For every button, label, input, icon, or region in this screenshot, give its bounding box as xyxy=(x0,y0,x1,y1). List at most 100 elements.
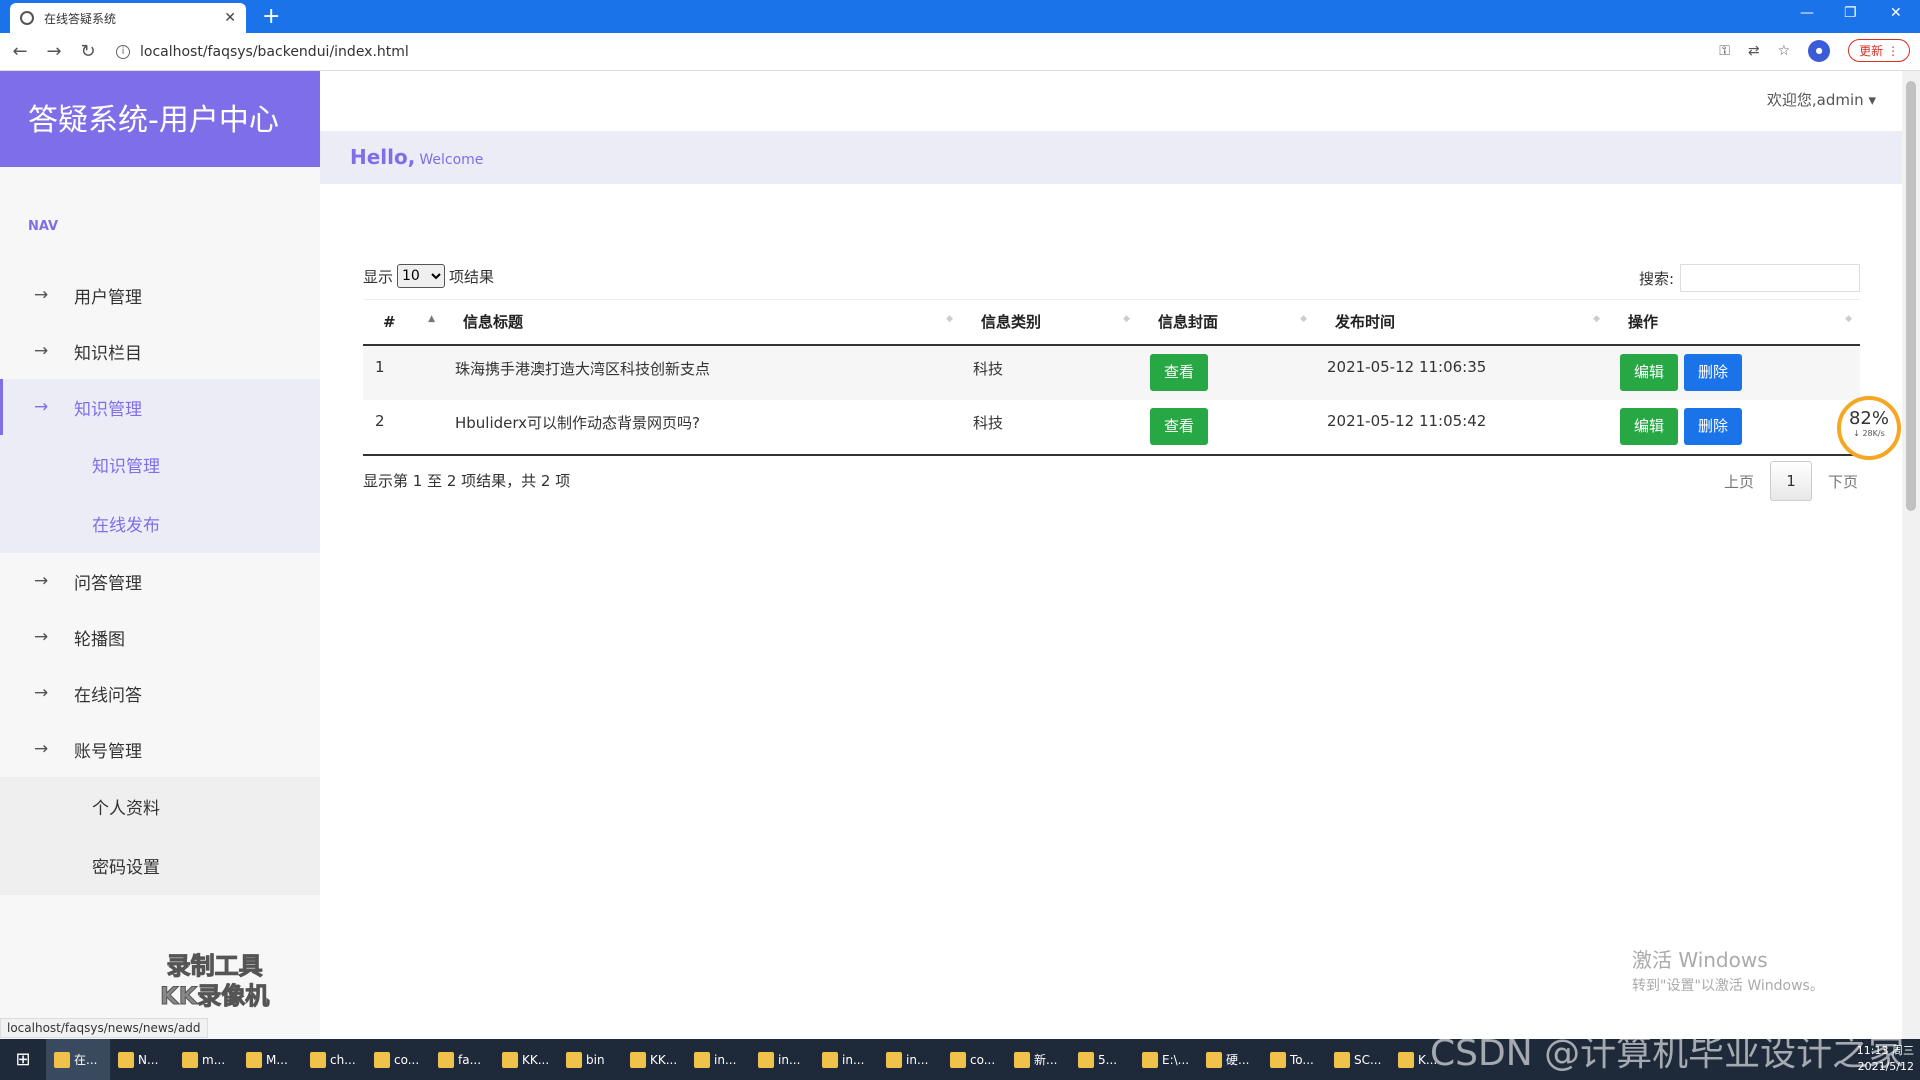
key-icon[interactable]: ⚿ xyxy=(1719,43,1730,59)
taskbar-item[interactable]: in... xyxy=(878,1039,942,1080)
arrow-right-icon: → xyxy=(34,341,49,361)
brand-title: 答疑系统-用户中心 xyxy=(0,71,320,167)
table-controls: 显示 10 项结果 搜索: xyxy=(363,264,1860,300)
delete-button[interactable]: 删除 xyxy=(1684,353,1743,391)
view-button[interactable]: 查看 xyxy=(1150,407,1209,445)
hello-text: Hello, xyxy=(350,145,416,169)
taskbar-item[interactable]: in... xyxy=(750,1039,814,1080)
update-button[interactable]: 更新 ⋮ xyxy=(1848,39,1910,62)
taskbar-item[interactable]: KK... xyxy=(494,1039,558,1080)
search-input[interactable] xyxy=(1680,264,1860,292)
edit-button[interactable]: 编辑 xyxy=(1620,353,1679,391)
app-icon xyxy=(566,1051,582,1068)
taskbar-item[interactable]: co... xyxy=(942,1039,1006,1080)
taskbar-item[interactable]: 硬... xyxy=(1198,1039,1262,1080)
table-row: 2 Hbuliderx可以制作动态背景网页吗? 科技 查看 2021-05-12… xyxy=(363,399,1860,456)
app-icon xyxy=(758,1051,774,1068)
browser-tab[interactable]: 在线答疑系统 ✕ xyxy=(10,3,246,33)
sidebar-subitem-password[interactable]: 密码设置 xyxy=(0,836,320,895)
sidebar-subitem-profile[interactable]: 个人资料 xyxy=(0,777,320,836)
arrow-right-icon: → xyxy=(34,285,49,305)
arrow-right-icon: → xyxy=(34,397,49,417)
sidebar-item-account[interactable]: → 账号管理 xyxy=(0,721,320,777)
view-button[interactable]: 查看 xyxy=(1150,353,1209,391)
sort-icon: ▲ xyxy=(428,314,435,324)
sidebar-item-online-qa[interactable]: → 在线问答 xyxy=(0,665,320,721)
table-info: 显示第 1 至 2 项结果，共 2 项 xyxy=(363,472,571,490)
windows-activation-watermark: 激活 Windows 转到"设置"以激活 Windows。 xyxy=(1632,948,1824,994)
app-icon xyxy=(182,1051,198,1068)
sidebar-item-knowledge-columns[interactable]: → 知识栏目 xyxy=(0,323,320,379)
recorder-watermark: 录制工具 KK录像机 xyxy=(159,952,270,1011)
app-icon xyxy=(1270,1051,1286,1068)
app-icon xyxy=(822,1051,838,1068)
taskbar-item[interactable]: bin xyxy=(558,1039,622,1080)
restore-icon[interactable]: ❐ xyxy=(1844,5,1857,21)
column-header-actions[interactable]: 操作 ◆ xyxy=(1608,299,1860,346)
taskbar-item[interactable]: in... xyxy=(686,1039,750,1080)
network-speed-widget[interactable]: 82% ↓ 28K/s xyxy=(1837,396,1901,460)
windows-start-icon[interactable]: ⊞ xyxy=(0,1049,46,1070)
app-icon xyxy=(246,1051,262,1068)
column-header-no[interactable]: # ▲ xyxy=(363,299,443,346)
task-list: 在... N... m... M... ch... co... fa... KK... bin K… xyxy=(46,1039,1454,1080)
search-label: 搜索: xyxy=(1638,269,1674,288)
info-icon[interactable]: i xyxy=(116,44,130,59)
taskbar-item[interactable]: KK... xyxy=(622,1039,686,1080)
star-icon[interactable]: ☆ xyxy=(1778,43,1791,59)
sidebar-item-carousel[interactable]: → 轮播图 xyxy=(0,609,320,665)
sidebar-item-qa[interactable]: → 问答管理 xyxy=(0,553,320,609)
taskbar-item[interactable]: 在... xyxy=(46,1039,110,1080)
arrow-right-icon: → xyxy=(34,627,49,647)
translate-icon[interactable]: ⇄ xyxy=(1748,43,1760,59)
column-header-cover[interactable]: 信息封面 ◆ xyxy=(1138,299,1315,346)
app-icon xyxy=(1078,1051,1094,1068)
back-icon[interactable]: ← xyxy=(6,41,34,62)
edit-button[interactable]: 编辑 xyxy=(1620,407,1679,445)
globe-icon xyxy=(20,11,34,25)
minimize-icon[interactable]: — xyxy=(1800,5,1814,21)
column-header-time[interactable]: 发布时间 ◆ xyxy=(1315,299,1608,346)
taskbar-item[interactable]: N... xyxy=(110,1039,174,1080)
taskbar-item[interactable]: 新... xyxy=(1006,1039,1070,1080)
sidebar-item-users[interactable]: → 用户管理 xyxy=(0,267,320,323)
taskbar-item[interactable]: SC... xyxy=(1326,1039,1390,1080)
column-header-title[interactable]: 信息标题 ◆ xyxy=(443,299,961,346)
search-control: 搜索: xyxy=(1639,264,1860,292)
taskbar-item[interactable]: in... xyxy=(814,1039,878,1080)
scrollbar-thumb[interactable] xyxy=(1906,81,1916,511)
taskbar-item[interactable]: To... xyxy=(1262,1039,1326,1080)
reload-icon[interactable]: ↻ xyxy=(74,41,102,62)
column-header-category[interactable]: 信息类别 ◆ xyxy=(961,299,1138,346)
sidebar-item-knowledge-manage[interactable]: → 知识管理 xyxy=(0,379,320,435)
taskbar-item[interactable]: ch... xyxy=(302,1039,366,1080)
app-icon xyxy=(1206,1051,1222,1068)
tab-title: 在线答疑系统 xyxy=(44,11,117,26)
forward-icon[interactable]: → xyxy=(40,41,68,62)
data-table: # ▲ 信息标题 ◆ 信息类别 ◆ 信息封面 ◆ 发布时间 ◆ 操作 ◆ 1 珠海携手港澳打… xyxy=(363,299,1860,456)
sidebar-subitem-publish[interactable]: 在线发布 xyxy=(0,494,320,553)
delete-button[interactable]: 删除 xyxy=(1684,407,1743,445)
profile-avatar[interactable]: ● xyxy=(1808,39,1831,62)
app-icon xyxy=(1334,1051,1350,1068)
app-icon xyxy=(1398,1051,1414,1068)
sidebar-subitem-knowledge-manage[interactable]: 知识管理 xyxy=(0,435,320,494)
taskbar-item[interactable]: m... xyxy=(174,1039,238,1080)
arrow-right-icon: → xyxy=(34,571,49,591)
prev-page-button[interactable]: 上页 xyxy=(1724,471,1754,492)
page-button-current[interactable]: 1 xyxy=(1769,461,1812,501)
page-length-select[interactable]: 10 xyxy=(397,264,446,288)
taskbar-item[interactable]: fa... xyxy=(430,1039,494,1080)
user-menu[interactable]: 欢迎您,admin ▾ xyxy=(1767,89,1876,110)
new-tab-icon[interactable]: + xyxy=(262,4,280,29)
close-icon[interactable]: ✕ xyxy=(224,10,236,26)
close-window-icon[interactable]: ✕ xyxy=(1890,5,1902,21)
page-scrollbar[interactable] xyxy=(1902,71,1920,1039)
taskbar-item[interactable]: M... xyxy=(238,1039,302,1080)
sort-icon: ◆ xyxy=(1123,314,1130,324)
address-bar[interactable]: i localhost/faqsys/backendui/index.html xyxy=(116,44,409,60)
taskbar-item[interactable]: co... xyxy=(366,1039,430,1080)
next-page-button[interactable]: 下页 xyxy=(1828,471,1858,492)
taskbar-item[interactable]: 5... xyxy=(1070,1039,1134,1080)
taskbar-item[interactable]: E:\... xyxy=(1134,1039,1198,1080)
